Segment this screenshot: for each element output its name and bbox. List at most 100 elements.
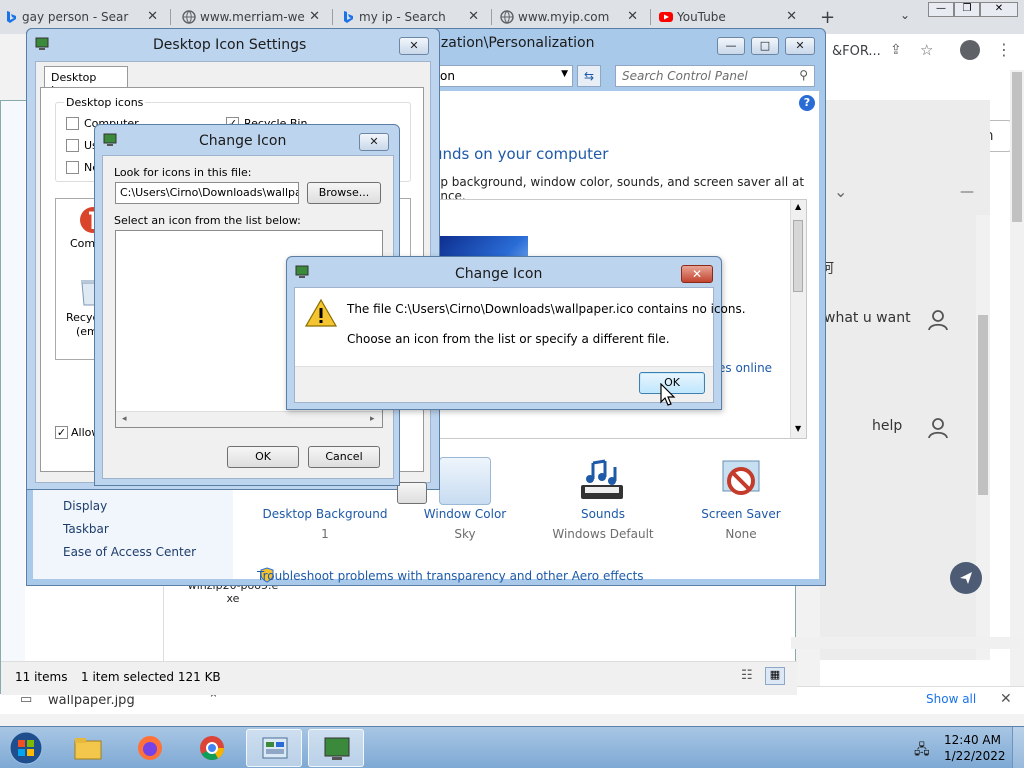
window-title: Change Icon: [199, 133, 287, 149]
minimize-chat-icon[interactable]: —: [960, 184, 974, 200]
search-placeholder: Search Control Panel: [622, 69, 748, 83]
item-value: 1: [321, 527, 329, 541]
search-icon[interactable]: ⚲: [799, 68, 808, 82]
item-label: Sounds: [580, 507, 626, 521]
look-for-label: Look for icons in this file:: [114, 166, 252, 179]
chevron-down-icon[interactable]: ⌄: [900, 8, 910, 22]
see-also-ease-of-access[interactable]: Ease of Access Center: [63, 545, 196, 559]
get-themes-online-link[interactable]: es online: [718, 361, 772, 375]
status-bar: 11 items 1 item selected 121 KB ☷ ▦: [1, 661, 797, 695]
change-icon-error-dialog: Change Icon ✕ The file C:\Users\Cirno\Do…: [286, 256, 746, 410]
close-icon[interactable]: ✕: [359, 133, 389, 151]
large-icons-view-icon[interactable]: ▦: [765, 667, 785, 685]
scroll-down-icon[interactable]: ▼: [795, 424, 801, 433]
error-hint: Choose an icon from the list or specify …: [347, 332, 670, 346]
clock-time[interactable]: 12:40 AM: [944, 733, 1001, 747]
item-label: Desktop Background: [262, 507, 388, 521]
show-desktop-button[interactable]: [1012, 727, 1024, 768]
close-icon[interactable]: ✕: [147, 9, 158, 24]
refresh-icon[interactable]: ⇆: [577, 65, 601, 87]
minimize-icon[interactable]: —: [717, 37, 745, 55]
download-filename[interactable]: wallpaper.jpg: [48, 693, 135, 708]
icon-list-scrollbar[interactable]: ◂ ▸: [116, 411, 382, 427]
profile-icon[interactable]: [960, 40, 980, 60]
network-checkbox[interactable]: [66, 161, 79, 174]
tab-label: YouTube: [677, 10, 726, 24]
tab-desktop-icons[interactable]: Desktop Icons: [44, 66, 128, 97]
minimize-icon[interactable]: —: [928, 2, 954, 17]
icon-file-path-input[interactable]: C:\Users\Cirno\Downloads\wallpaper: [115, 182, 299, 204]
mouse-cursor-icon: [660, 383, 676, 406]
sounds-item[interactable]: Sounds Windows Default: [533, 457, 673, 541]
url-fragment[interactable]: &FOR...: [832, 44, 881, 59]
network-icon[interactable]: 🖧: [914, 739, 930, 763]
details-view-icon[interactable]: ☷: [741, 668, 753, 683]
user-files-checkbox[interactable]: [66, 139, 79, 152]
close-icon[interactable]: ✕: [468, 9, 479, 24]
scroll-up-icon[interactable]: ▲: [795, 202, 801, 211]
sounds-icon: [581, 459, 623, 499]
screen-saver-item[interactable]: Screen Saver None: [671, 457, 811, 541]
close-icon[interactable]: ✕: [681, 265, 713, 283]
maximize-icon[interactable]: □: [751, 37, 779, 55]
item-label: Window Color: [423, 507, 507, 521]
restore-icon[interactable]: ❐: [954, 2, 980, 17]
close-icon[interactable]: ✕: [399, 37, 429, 55]
troubleshoot-link[interactable]: Troubleshoot problems with transparency …: [257, 569, 644, 583]
tab-label: www.myip.com: [518, 10, 610, 24]
new-tab-icon[interactable]: +: [820, 7, 835, 28]
star-icon[interactable]: ☆: [920, 41, 933, 59]
file-explorer-icon: [74, 738, 102, 760]
page-scroll-thumb[interactable]: [1012, 72, 1022, 222]
menu-icon[interactable]: ⋮: [996, 40, 1012, 59]
help-icon[interactable]: ?: [799, 95, 815, 111]
clock-date[interactable]: 1/22/2022: [944, 749, 1006, 763]
ok-button[interactable]: OK: [227, 446, 299, 468]
apply-button[interactable]: [397, 482, 427, 504]
item-value: Sky: [454, 527, 476, 541]
close-icon[interactable]: ✕: [785, 37, 815, 55]
group-label: Desktop icons: [64, 96, 146, 109]
horizontal-scrollbar[interactable]: [791, 637, 1021, 649]
dialog-title: Change Icon: [455, 266, 543, 282]
chat-scroll-thumb[interactable]: [978, 315, 988, 495]
show-all-link[interactable]: Show all: [926, 692, 976, 706]
window-color-icon: [439, 457, 491, 505]
personalization-icon: [324, 737, 350, 760]
themes-scrollbar[interactable]: ▲ ▼: [790, 200, 806, 438]
window-title: Desktop Icon Settings: [153, 37, 307, 53]
tab-label: my ip - Search: [359, 10, 446, 24]
scroll-left-icon[interactable]: ◂: [122, 414, 127, 424]
browse-button[interactable]: Browse...: [307, 182, 381, 204]
allow-themes-checkbox[interactable]: ✓: [55, 426, 68, 439]
page-heading: unds on your computer: [433, 145, 609, 163]
scroll-thumb[interactable]: [793, 220, 803, 292]
search-input[interactable]: Search Control Panel ⚲: [615, 65, 815, 87]
error-message: The file C:\Users\Cirno\Downloads\wallpa…: [347, 302, 746, 316]
see-also-taskbar[interactable]: Taskbar: [63, 522, 109, 536]
close-icon[interactable]: ✕: [1000, 691, 1012, 707]
taskbar-control-panel[interactable]: [246, 729, 302, 767]
taskbar-firefox[interactable]: [122, 729, 178, 767]
scroll-right-icon[interactable]: ▸: [370, 414, 375, 424]
taskbar: 🖧 12:40 AM 1/22/2022: [0, 726, 1024, 768]
chevron-down-icon[interactable]: ⌄: [834, 182, 847, 201]
taskbar-chrome[interactable]: [184, 729, 240, 767]
see-also-display[interactable]: Display: [63, 499, 107, 513]
close-icon[interactable]: ✕: [786, 9, 797, 24]
share-icon[interactable]: ⇪: [890, 42, 902, 58]
cancel-button[interactable]: Cancel: [308, 446, 380, 468]
address-bar[interactable]: on ▼: [435, 65, 573, 87]
send-button[interactable]: [950, 562, 982, 594]
user-avatar-icon: [928, 310, 948, 331]
computer-checkbox[interactable]: [66, 117, 79, 130]
close-icon[interactable]: ✕: [980, 2, 1018, 17]
start-button-icon[interactable]: [4, 729, 48, 767]
item-value: None: [725, 527, 757, 541]
close-icon[interactable]: ✕: [309, 9, 320, 24]
close-icon[interactable]: ✕: [627, 9, 638, 24]
chat-message: what u want: [824, 310, 911, 326]
taskbar-personalization[interactable]: [308, 729, 364, 767]
dropdown-arrow-icon[interactable]: ▼: [561, 69, 568, 79]
taskbar-explorer[interactable]: [60, 729, 116, 767]
